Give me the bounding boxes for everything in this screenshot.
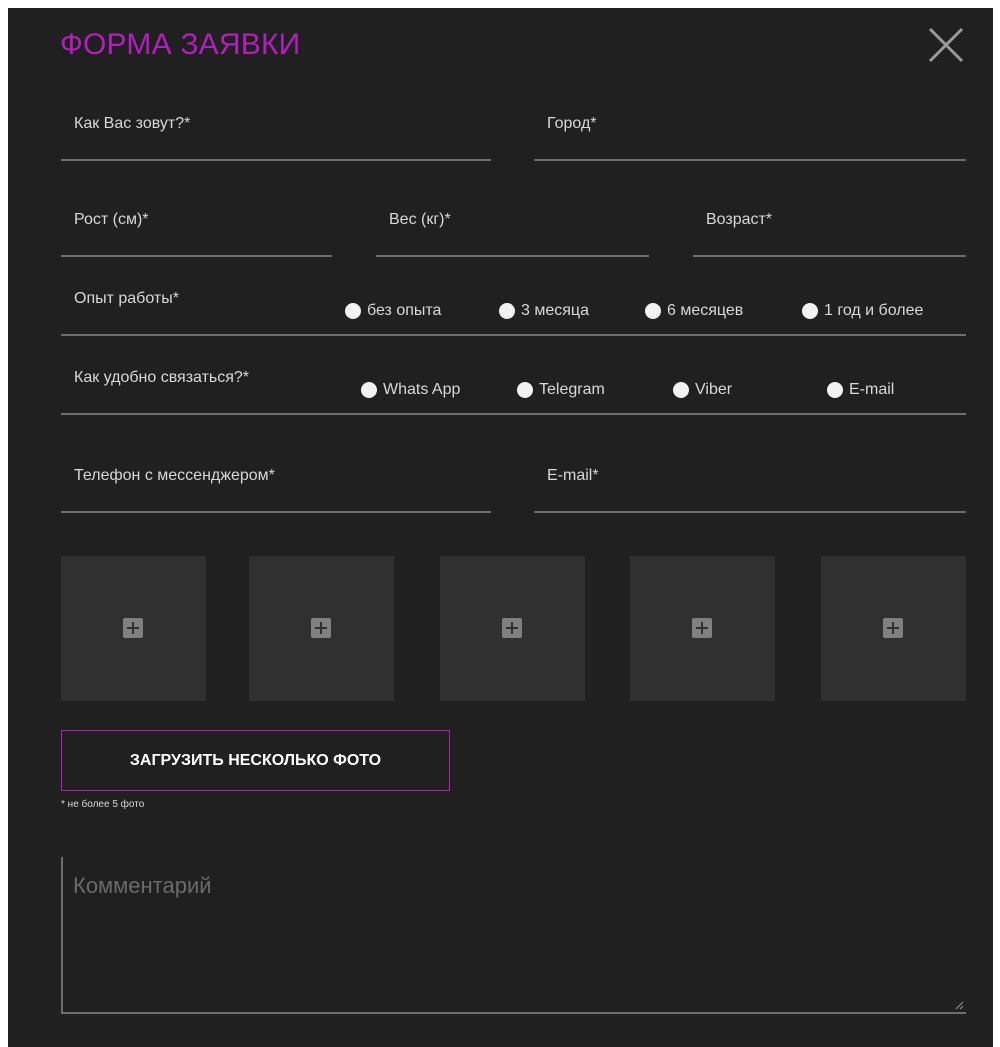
radio-circle-icon — [802, 303, 818, 319]
comment-textarea[interactable]: Комментарий — [61, 857, 966, 1014]
photo-slot-1[interactable] — [61, 556, 206, 701]
age-field-label: Возраст* — [706, 211, 773, 228]
comment-placeholder: Комментарий — [73, 873, 212, 898]
phone-field-label: Телефон с мессенджером* — [74, 467, 275, 484]
radio-circle-icon — [827, 382, 843, 398]
phone-field[interactable]: Телефон с мессенджером* — [61, 458, 491, 513]
experience-option-label: 3 месяца — [521, 302, 589, 319]
contact-option-telegram[interactable]: Telegram — [517, 380, 605, 400]
photo-slot-5[interactable] — [821, 556, 966, 701]
city-field[interactable]: Город* — [534, 106, 966, 161]
email-field[interactable]: E-mail* — [534, 458, 966, 513]
photo-limit-note: * не более 5 фото — [61, 799, 145, 810]
plus-icon — [692, 618, 712, 638]
contact-option-label: Telegram — [539, 381, 605, 398]
photo-slot-2[interactable] — [249, 556, 394, 701]
contact-method-group: Как удобно связаться?* Whats App Telegra… — [61, 360, 966, 415]
photo-slot-3[interactable] — [440, 556, 585, 701]
name-field-label: Как Вас зовут?* — [74, 115, 191, 132]
radio-circle-icon — [673, 382, 689, 398]
plus-icon — [883, 618, 903, 638]
contact-option-label: E-mail — [849, 381, 895, 398]
weight-field[interactable]: Вес (кг)* — [376, 202, 649, 257]
application-form-modal: ФОРМА ЗАЯВКИ Как Вас зовут?* Город* Рост… — [8, 8, 993, 1047]
experience-option-none[interactable]: без опыта — [345, 301, 441, 321]
weight-field-label: Вес (кг)* — [389, 211, 451, 228]
name-field[interactable]: Как Вас зовут?* — [61, 106, 491, 161]
contact-option-viber[interactable]: Viber — [673, 380, 732, 400]
plus-icon — [123, 618, 143, 638]
close-icon[interactable] — [926, 25, 966, 65]
experience-option-label: без опыта — [367, 302, 442, 319]
resize-grip-icon[interactable] — [954, 1000, 964, 1010]
contact-option-whatsapp[interactable]: Whats App — [361, 380, 460, 400]
plus-icon — [311, 618, 331, 638]
plus-icon — [502, 618, 522, 638]
email-field-label: E-mail* — [547, 467, 599, 484]
city-field-label: Город* — [547, 115, 597, 132]
form-title: ФОРМА ЗАЯВКИ — [60, 28, 301, 61]
radio-circle-icon — [499, 303, 515, 319]
radio-circle-icon — [361, 382, 377, 398]
experience-option-6-months[interactable]: 6 месяцев — [645, 301, 743, 321]
radio-circle-icon — [517, 382, 533, 398]
experience-group: Опыт работы* без опыта 3 месяца 6 месяце… — [61, 281, 966, 336]
experience-option-1-year[interactable]: 1 год и более — [802, 301, 923, 321]
contact-option-label: Whats App — [383, 381, 461, 398]
height-field[interactable]: Рост (см)* — [61, 202, 332, 257]
experience-option-3-months[interactable]: 3 месяца — [499, 301, 589, 321]
photo-slot-4[interactable] — [630, 556, 775, 701]
contact-option-email[interactable]: E-mail — [827, 380, 894, 400]
contact-option-label: Viber — [695, 381, 733, 398]
radio-circle-icon — [345, 303, 361, 319]
age-field[interactable]: Возраст* — [693, 202, 966, 257]
upload-photos-button[interactable]: ЗАГРУЗИТЬ НЕСКОЛЬКО ФОТО — [61, 730, 450, 791]
radio-circle-icon — [645, 303, 661, 319]
experience-option-label: 1 год и более — [824, 302, 924, 319]
height-field-label: Рост (см)* — [74, 211, 149, 228]
experience-option-label: 6 месяцев — [667, 302, 744, 319]
